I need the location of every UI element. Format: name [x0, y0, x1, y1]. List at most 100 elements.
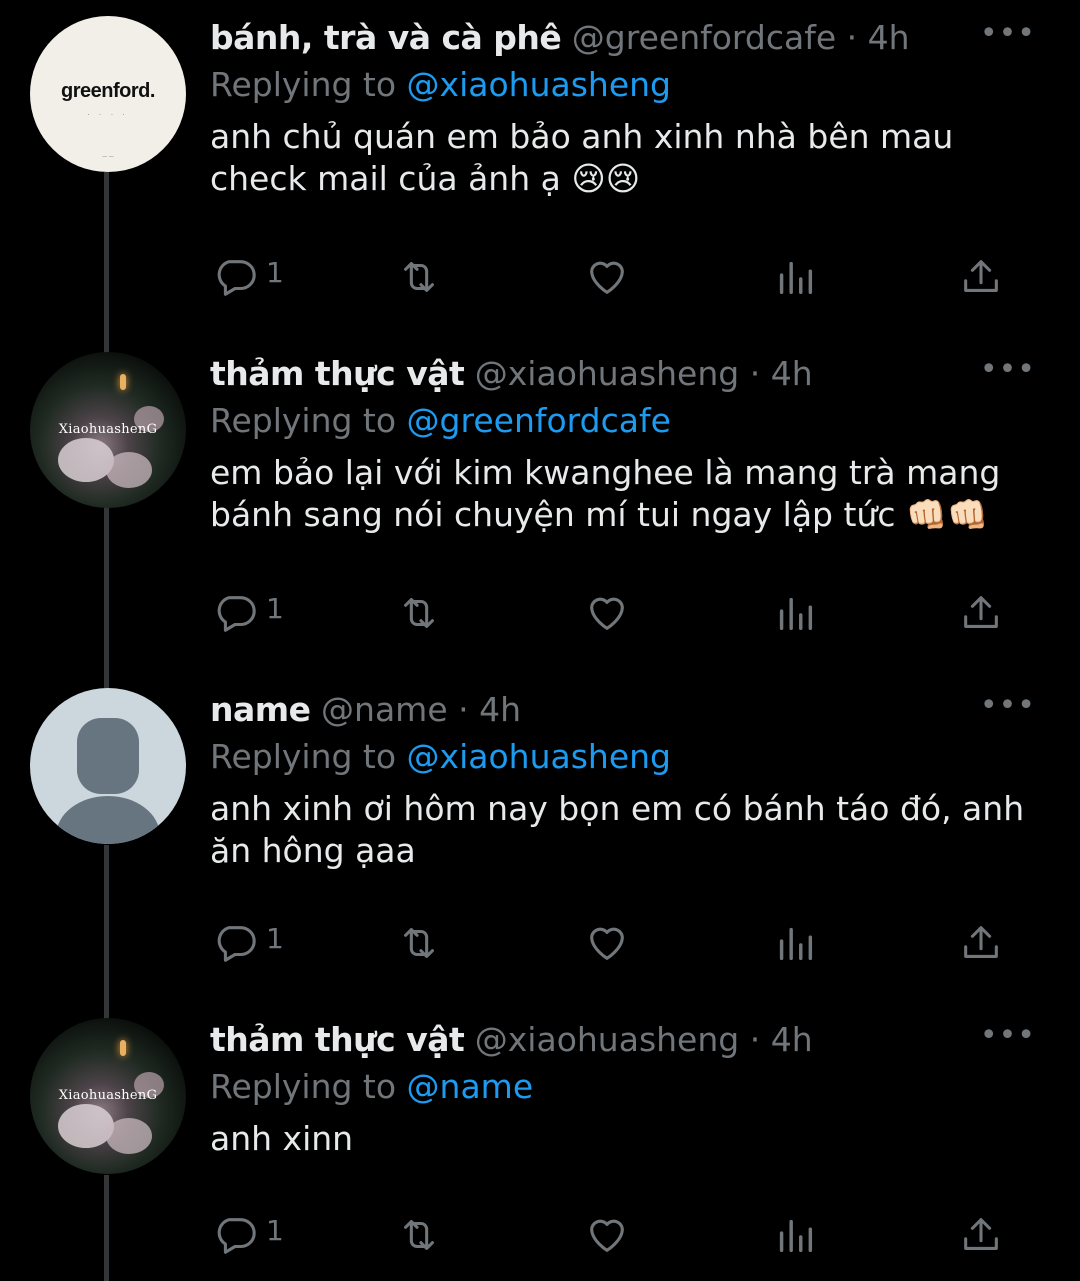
- like-icon: [590, 927, 624, 960]
- avatar-logo-text: greenford.: [61, 80, 155, 102]
- reply-button[interactable]: 1: [212, 1212, 284, 1254]
- retweet-icon: [404, 262, 434, 292]
- reply-count: 1: [266, 592, 284, 625]
- like-button[interactable]: [584, 920, 630, 960]
- retweet-icon: [404, 928, 434, 958]
- avatar-photo-detail: [106, 452, 152, 488]
- share-button[interactable]: [958, 1212, 1004, 1252]
- reply-icon: [217, 596, 256, 632]
- share-button[interactable]: [958, 254, 1004, 294]
- reply-icon: [217, 260, 256, 296]
- retweet-button[interactable]: [396, 1212, 442, 1252]
- tweet-header: thảm thực vật @xiaohuasheng · 4h: [210, 1018, 1040, 1062]
- avatar-photo-detail: [58, 1104, 114, 1148]
- avatar[interactable]: XiaohuashenG: [30, 352, 186, 508]
- user-handle[interactable]: @name: [321, 690, 448, 729]
- views-button[interactable]: [772, 920, 818, 961]
- views-button[interactable]: [772, 254, 818, 295]
- retweet-button[interactable]: [396, 920, 442, 960]
- share-icon: [964, 596, 998, 628]
- tweet[interactable]: XiaohuashenG thảm thực vật @xiaohuasheng…: [0, 1018, 1080, 1281]
- mention-link[interactable]: @xiaohuasheng: [407, 737, 671, 776]
- avatar-photo-detail: [106, 1118, 152, 1154]
- retweet-button[interactable]: [396, 590, 442, 630]
- reply-button[interactable]: 1: [212, 254, 284, 296]
- views-icon: [779, 597, 813, 631]
- user-handle[interactable]: @xiaohuasheng: [475, 1020, 739, 1059]
- replying-label: Replying to: [210, 1067, 397, 1106]
- more-icon[interactable]: •••: [980, 1021, 1036, 1051]
- reply-button[interactable]: 1: [212, 590, 284, 632]
- avatar[interactable]: XiaohuashenG: [30, 1018, 186, 1174]
- default-avatar-body: [56, 796, 160, 844]
- replying-label: Replying to: [210, 401, 397, 440]
- tweet-content: bánh, trà và cà phê @greenfordcafe · 4h …: [210, 16, 1040, 200]
- like-button[interactable]: [584, 254, 630, 294]
- mention-link[interactable]: @greenfordcafe: [407, 401, 671, 440]
- display-name[interactable]: thảm thực vật: [210, 1020, 465, 1059]
- like-button[interactable]: [584, 590, 630, 630]
- reply-button[interactable]: 1: [212, 920, 284, 962]
- tweet-text: em bảo lại với kim kwanghee là mang trà …: [210, 453, 1001, 534]
- views-button[interactable]: [772, 590, 818, 631]
- reply-count: 1: [266, 1214, 284, 1247]
- separator-dot: ·: [458, 690, 469, 729]
- replying-label: Replying to: [210, 737, 397, 776]
- tweet-text: anh xinn: [210, 1119, 354, 1158]
- reply-count: 1: [266, 922, 284, 955]
- tweet-content: thảm thực vật @xiaohuasheng · 4h ••• Rep…: [210, 1018, 1040, 1160]
- separator-dot: ·: [749, 354, 761, 393]
- tweet[interactable]: name @name · 4h ••• Replying to @xiaohua…: [0, 688, 1080, 1008]
- tweet-text: anh xinh ơi hôm nay bọn em có bánh táo đ…: [210, 789, 1025, 870]
- tweet-content: name @name · 4h ••• Replying to @xiaohua…: [210, 688, 1040, 872]
- share-icon: [964, 260, 998, 292]
- views-icon: [779, 261, 813, 295]
- replying-to: Replying to @xiaohuasheng: [210, 60, 1040, 110]
- views-icon: [779, 927, 813, 961]
- timestamp[interactable]: 4h: [771, 1020, 813, 1059]
- separator-dot: ·: [749, 1020, 761, 1059]
- views-button[interactable]: [772, 1212, 818, 1253]
- display-name[interactable]: thảm thực vật: [210, 354, 465, 393]
- mention-link[interactable]: @xiaohuasheng: [407, 65, 671, 104]
- timestamp[interactable]: 4h: [868, 18, 910, 57]
- more-icon[interactable]: •••: [980, 691, 1036, 721]
- replying-to: Replying to @xiaohuasheng: [210, 732, 1040, 782]
- tweet-header: name @name · 4h: [210, 688, 1040, 732]
- avatar-logo-decoration: — —: [102, 154, 114, 160]
- separator-dot: ·: [846, 18, 858, 57]
- like-icon: [590, 597, 624, 630]
- mention-link[interactable]: @name: [407, 1067, 534, 1106]
- tweet-header: bánh, trà và cà phê @greenfordcafe · 4h: [210, 16, 1040, 60]
- like-icon: [590, 1219, 624, 1252]
- display-name[interactable]: bánh, trà và cà phê: [210, 18, 562, 57]
- avatar-logo-decoration: · · · ·: [87, 112, 129, 119]
- timestamp[interactable]: 4h: [479, 690, 521, 729]
- reply-count: 1: [266, 256, 284, 289]
- tweet[interactable]: greenford. · · · · — — bánh, trà và cà p…: [0, 16, 1080, 336]
- retweet-icon: [404, 1220, 434, 1250]
- timestamp[interactable]: 4h: [771, 354, 813, 393]
- replying-to: Replying to @greenfordcafe: [210, 396, 1040, 446]
- share-button[interactable]: [958, 590, 1004, 630]
- reply-icon: [217, 1218, 256, 1254]
- display-name[interactable]: name: [210, 690, 311, 729]
- tweet-text: anh chủ quán em bảo anh xinh nhà bên mau…: [210, 117, 954, 198]
- share-button[interactable]: [958, 920, 1004, 960]
- retweet-icon: [404, 598, 434, 628]
- avatar-photo-detail: [120, 1040, 126, 1056]
- avatar[interactable]: greenford. · · · · — —: [30, 16, 186, 172]
- user-handle[interactable]: @xiaohuasheng: [475, 354, 739, 393]
- retweet-button[interactable]: [396, 254, 442, 294]
- views-icon: [779, 1219, 813, 1253]
- avatar-watermark: XiaohuashenG: [58, 422, 158, 437]
- like-button[interactable]: [584, 1212, 630, 1252]
- share-icon: [964, 1218, 998, 1250]
- tweet[interactable]: XiaohuashenG thảm thực vật @xiaohuasheng…: [0, 352, 1080, 672]
- more-icon[interactable]: •••: [980, 19, 1036, 49]
- user-handle[interactable]: @greenfordcafe: [572, 18, 836, 57]
- avatar-photo-detail: [120, 374, 126, 390]
- avatar[interactable]: [30, 688, 186, 844]
- reply-icon: [217, 926, 256, 962]
- more-icon[interactable]: •••: [980, 355, 1036, 385]
